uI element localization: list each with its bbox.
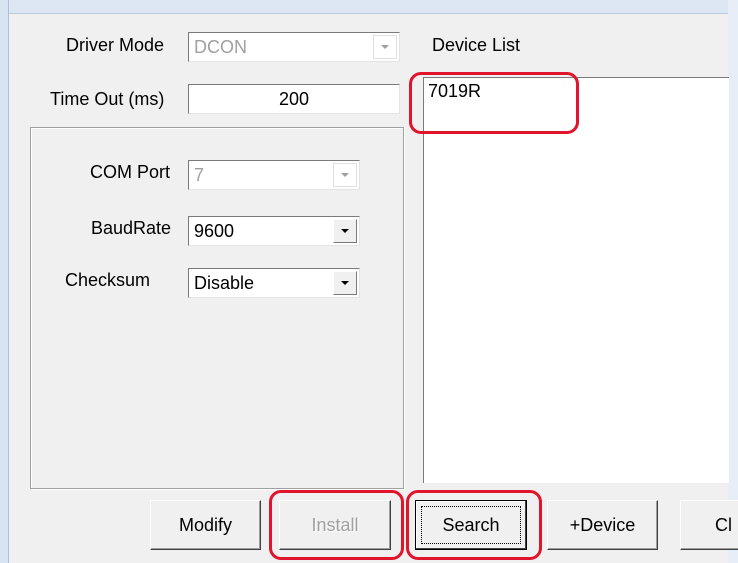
timeout-input[interactable]: 200 xyxy=(188,84,400,114)
device-list[interactable]: 7019R xyxy=(423,77,729,483)
com-port-label: COM Port xyxy=(90,162,171,182)
driver-mode-label: Driver Mode xyxy=(66,35,165,55)
checksum-value: Disable xyxy=(194,273,255,293)
timeout-label: Time Out (ms) xyxy=(50,89,165,109)
window-title-bar xyxy=(0,0,738,14)
modify-button[interactable]: Modify xyxy=(150,500,261,550)
baud-rate-label: BaudRate xyxy=(91,218,172,238)
checksum-label: Checksum xyxy=(65,270,151,290)
com-port-select[interactable]: 7 xyxy=(188,160,360,190)
driver-mode-select[interactable]: DCON xyxy=(188,32,400,62)
search-button[interactable]: Search xyxy=(415,500,527,550)
chevron-down-icon xyxy=(341,281,349,285)
checksum-dropdown-button[interactable] xyxy=(333,271,357,295)
baud-rate-value: 9600 xyxy=(194,221,235,241)
install-button[interactable]: Install xyxy=(279,500,391,550)
add-device-button[interactable]: +Device xyxy=(547,500,658,550)
window-right-edge xyxy=(728,0,738,563)
window-left-border xyxy=(0,0,9,563)
device-list-item[interactable]: 7019R xyxy=(428,80,481,102)
focus-rectangle xyxy=(421,506,521,544)
baud-rate-dropdown-button[interactable] xyxy=(333,219,357,243)
device-list-label: Device List xyxy=(432,35,521,55)
checksum-select[interactable]: Disable xyxy=(188,268,360,298)
chevron-down-icon xyxy=(381,45,389,49)
driver-mode-dropdown-button[interactable] xyxy=(373,35,397,59)
com-port-dropdown-button[interactable] xyxy=(333,163,357,187)
chevron-down-icon xyxy=(341,229,349,233)
com-port-value: 7 xyxy=(194,165,205,185)
clipped-button[interactable]: Cl xyxy=(680,500,738,550)
chevron-down-icon xyxy=(341,173,349,177)
baud-rate-select[interactable]: 9600 xyxy=(188,216,360,246)
driver-mode-value: DCON xyxy=(194,37,247,57)
